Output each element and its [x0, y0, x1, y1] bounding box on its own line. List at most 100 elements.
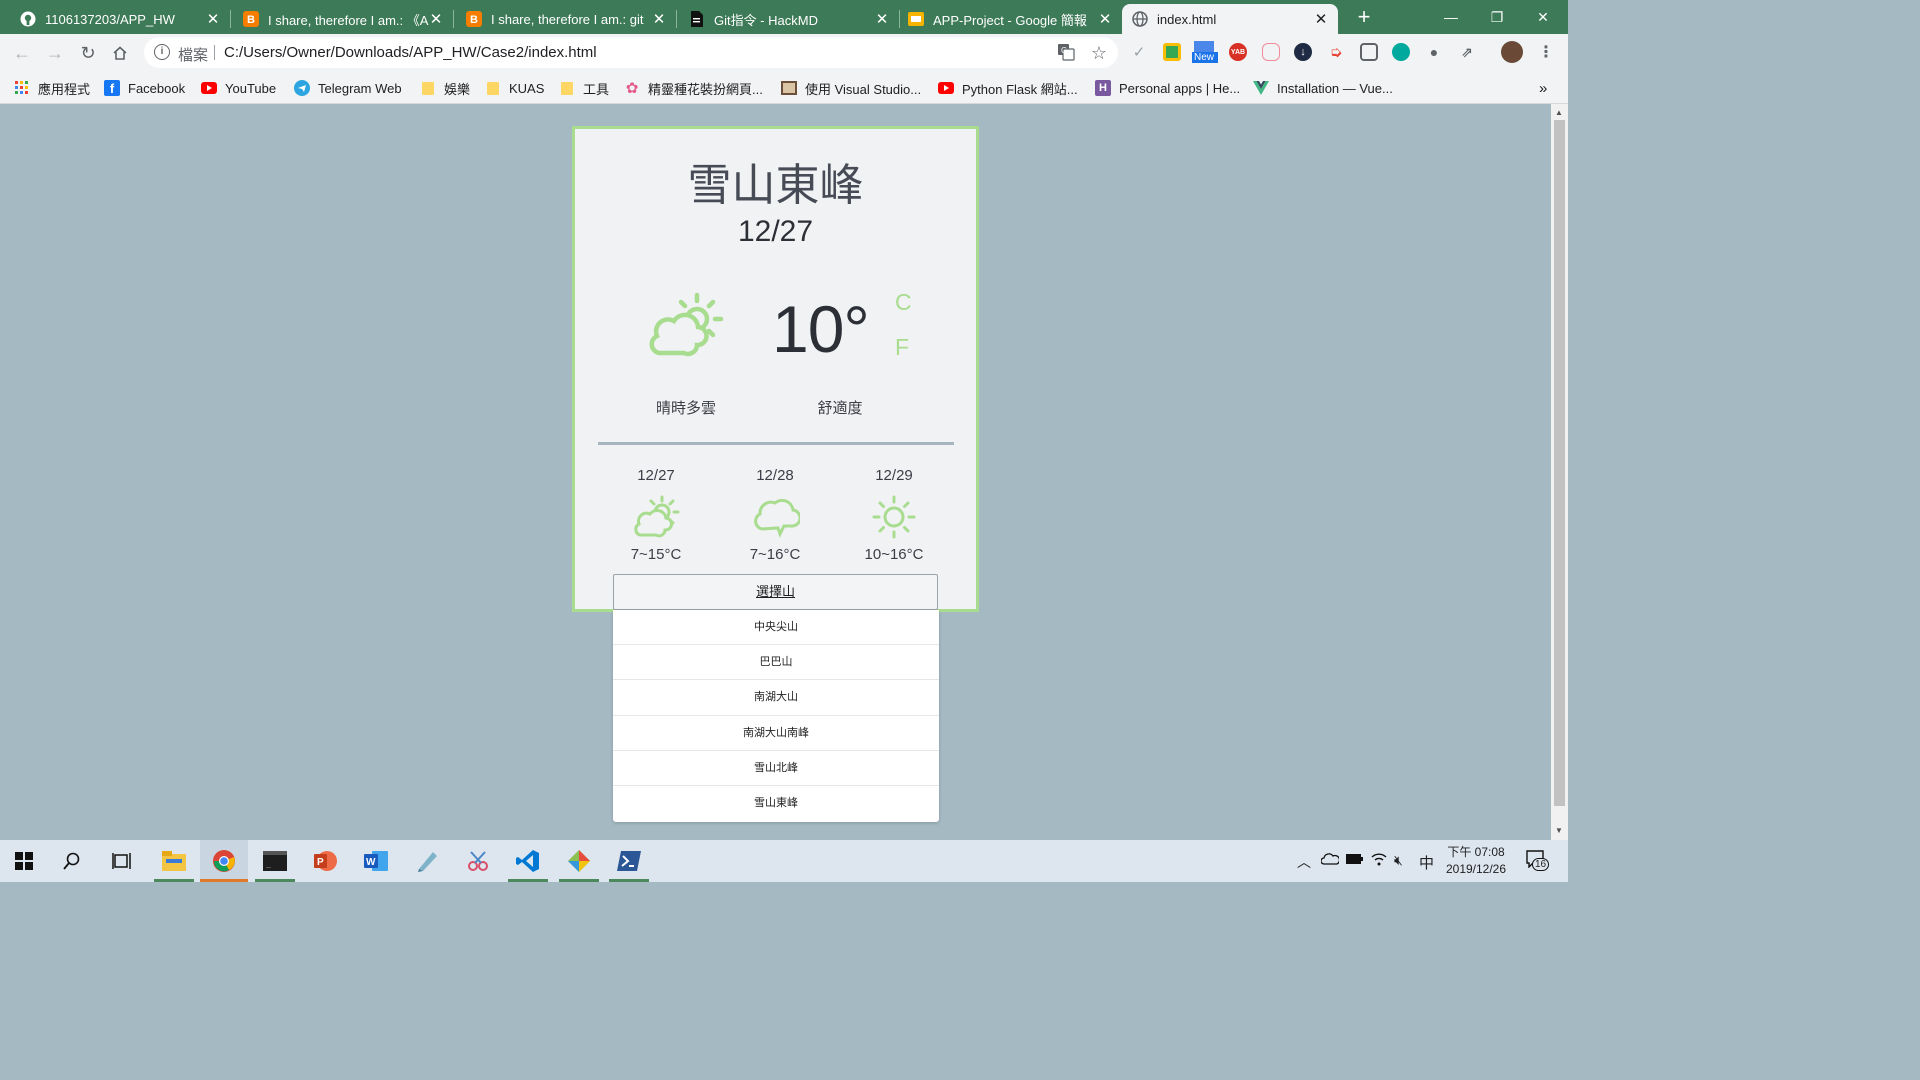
wifi-icon[interactable]	[1371, 852, 1387, 869]
tab-blogger-1[interactable]: B I share, therefore I am.: 《A ✕	[231, 4, 453, 34]
svg-text:W: W	[366, 857, 376, 868]
bookmark-folder-tools[interactable]: 工具	[559, 78, 609, 98]
tab-title: 1106137203/APP_HW	[45, 11, 175, 27]
powershell-icon[interactable]	[605, 840, 653, 882]
screen-extension-icon[interactable]	[1392, 43, 1410, 61]
minimize-icon[interactable]: —	[1428, 0, 1474, 34]
bookmark-visual-studio[interactable]: 使用 Visual Studio...	[781, 78, 921, 98]
bookmark-vue[interactable]: Installation — Vue...	[1253, 78, 1393, 98]
powerpoint-icon[interactable]: P	[301, 840, 349, 882]
info-icon[interactable]: i	[154, 44, 170, 60]
scroll-thumb[interactable]	[1554, 120, 1565, 806]
tab-google-slides[interactable]: APP-Project - Google 簡報 ✕	[900, 4, 1122, 34]
vue-icon	[1253, 80, 1269, 96]
vscode-icon[interactable]	[504, 840, 552, 882]
tab-hackmd[interactable]: Git指令 - HackMD ✕	[677, 4, 899, 34]
tab-index-html[interactable]: index.html ✕	[1122, 4, 1338, 34]
svg-text:G: G	[1061, 46, 1067, 55]
bookmark-python-flask[interactable]: Python Flask 網站...	[938, 78, 1078, 98]
share-extension-icon[interactable]: ➭	[1327, 43, 1345, 61]
scroll-down-icon[interactable]: ▼	[1555, 826, 1563, 835]
translate-icon[interactable]: G	[1056, 43, 1076, 63]
avatar[interactable]	[1501, 41, 1523, 63]
cloud-icon	[750, 492, 802, 542]
home-icon[interactable]	[108, 41, 132, 65]
reload-icon[interactable]: ↻	[76, 41, 100, 65]
bookmark-folder-entertainment[interactable]: 娛樂	[420, 78, 470, 98]
bookmark-label: Installation — Vue...	[1277, 80, 1393, 96]
snipping-tool-icon[interactable]	[454, 840, 502, 882]
mountain-option[interactable]: 雪山北峰	[613, 751, 939, 786]
battery-icon[interactable]	[1346, 852, 1364, 868]
tab-github[interactable]: 1106137203/APP_HW ✕	[0, 4, 230, 34]
bookmark-label: Personal apps | He...	[1119, 80, 1241, 96]
input-method[interactable]: 中	[1419, 852, 1434, 873]
mountain-option[interactable]: 南湖大山南峰	[613, 716, 939, 751]
address-url[interactable]: C:/Users/Owner/Downloads/APP_HW/Case2/in…	[224, 44, 597, 61]
sun-icon	[869, 492, 919, 542]
close-window-icon[interactable]: ✕	[1520, 0, 1566, 34]
git-client-icon[interactable]	[555, 840, 603, 882]
chrome-icon[interactable]	[200, 840, 248, 882]
fahrenheit-toggle[interactable]: F	[895, 334, 909, 361]
mountain-option[interactable]: 巴巴山	[613, 645, 939, 681]
mountain-select[interactable]: 選擇山	[613, 574, 938, 610]
mute-icon[interactable]: 🔇︎	[1394, 852, 1403, 869]
bookmark-folder-kuas[interactable]: KUAS	[485, 78, 544, 98]
file-explorer-icon[interactable]	[150, 840, 198, 882]
yab-extension-icon[interactable]: YAB	[1229, 43, 1247, 61]
new-extension-icon[interactable]: New	[1192, 40, 1218, 64]
task-view-icon[interactable]	[98, 840, 146, 882]
close-icon[interactable]: ✕	[1098, 10, 1112, 28]
celsius-toggle[interactable]: C	[895, 289, 912, 316]
notification-icon[interactable]: 16	[1526, 850, 1550, 871]
chevron-up-icon[interactable]: ︿	[1297, 852, 1311, 872]
bookmark-apps[interactable]: 應用程式	[14, 78, 90, 98]
new-tab-button[interactable]: +	[1352, 6, 1376, 30]
clock[interactable]: 下午 07:08 2019/12/26	[1440, 844, 1512, 878]
windows-start-icon[interactable]	[0, 840, 48, 882]
word-icon[interactable]: W	[352, 840, 400, 882]
download-extension-icon[interactable]: ↓	[1294, 43, 1312, 61]
tab-title: I share, therefore I am.: git	[491, 11, 644, 27]
bookmark-label: Python Flask 網站...	[962, 81, 1078, 97]
bookmarks-overflow[interactable]: »	[1539, 78, 1547, 98]
search-icon[interactable]	[48, 840, 96, 882]
close-icon[interactable]: ✕	[652, 10, 666, 28]
close-icon[interactable]: ✕	[429, 10, 443, 28]
close-icon[interactable]: ✕	[206, 10, 220, 28]
onedrive-icon[interactable]	[1320, 852, 1341, 868]
bookmark-youtube[interactable]: YouTube	[201, 78, 276, 98]
scroll-up-icon[interactable]: ▲	[1555, 108, 1563, 117]
menu-icon[interactable]: ⋮	[1537, 43, 1555, 61]
terminal-icon[interactable]: _	[251, 840, 299, 882]
close-icon[interactable]: ✕	[875, 10, 889, 28]
palette-icon[interactable]: ●	[1425, 43, 1443, 61]
bookmark-flower[interactable]: ✿ 精靈種花裝扮網頁...	[624, 78, 763, 98]
cat-extension-icon[interactable]	[1262, 43, 1280, 61]
check-extension-icon[interactable]: ✓	[1130, 43, 1148, 61]
tab-title: APP-Project - Google 簡報	[933, 12, 1087, 28]
weather-card: 雪山東峰 12/27 10° C F 晴時多雲 舒適度 12/27 7~15°C…	[572, 126, 979, 612]
back-icon[interactable]: ←	[10, 41, 34, 65]
mountain-option[interactable]: 中央尖山	[613, 610, 939, 646]
chrome-extension-icon[interactable]	[1163, 43, 1181, 61]
bookmark-star-icon[interactable]: ☆	[1089, 43, 1109, 63]
chat-extension-icon[interactable]	[1360, 43, 1378, 61]
image-icon	[781, 80, 797, 96]
notes-app-icon[interactable]	[403, 840, 451, 882]
forward-icon[interactable]: →	[43, 41, 67, 65]
address-bar[interactable]: i 檔案 C:/Users/Owner/Downloads/APP_HW/Cas…	[144, 37, 1118, 68]
restore-icon[interactable]: ❐	[1474, 0, 1520, 34]
close-icon[interactable]: ✕	[1314, 10, 1328, 28]
tab-blogger-2[interactable]: B I share, therefore I am.: git ✕	[454, 4, 676, 34]
bookmark-telegram[interactable]: Telegram Web	[294, 78, 402, 98]
mountain-option[interactable]: 雪山東峰	[613, 786, 939, 821]
vertical-scrollbar[interactable]: ▲ ▼	[1551, 104, 1568, 840]
bookmark-heroku[interactable]: H Personal apps | He...	[1095, 78, 1240, 98]
bookmark-facebook[interactable]: f Facebook	[104, 78, 185, 98]
bookmark-label: KUAS	[509, 80, 545, 96]
forecast-date: 12/29	[875, 467, 913, 484]
mountain-option[interactable]: 南湖大山	[613, 680, 939, 716]
open-external-icon[interactable]: ⇗	[1458, 43, 1476, 61]
